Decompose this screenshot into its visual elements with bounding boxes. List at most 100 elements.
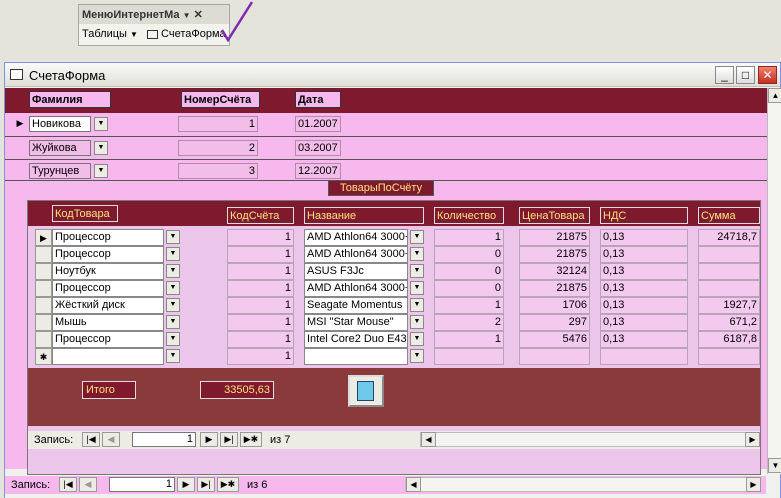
- cell-invoice[interactable]: 1: [227, 263, 294, 280]
- dropdown-arrow-icon[interactable]: ▼: [410, 315, 424, 329]
- toolbar-options-icon[interactable]: ▼: [183, 11, 191, 20]
- cell-vat[interactable]: 0,13: [600, 229, 688, 246]
- dropdown-arrow-icon[interactable]: ▼: [410, 230, 424, 244]
- main-hscrollbar[interactable]: ◀ ▶: [405, 477, 761, 492]
- dropdown-arrow-icon[interactable]: ▼: [410, 332, 424, 346]
- date-field[interactable]: 01.2007: [295, 116, 341, 132]
- surname-combo[interactable]: Новикова: [29, 116, 91, 132]
- prev-record-button[interactable]: ◀: [79, 477, 97, 492]
- cell-invoice[interactable]: 1: [227, 331, 294, 348]
- cell-qty[interactable]: 1: [434, 297, 504, 314]
- close-button[interactable]: ✕: [758, 66, 777, 84]
- cell-name[interactable]: AMD Athlon64 3000+: [304, 280, 408, 297]
- dropdown-arrow-icon[interactable]: ▼: [166, 230, 180, 244]
- date-field[interactable]: 03.2007: [295, 140, 341, 156]
- maximize-button[interactable]: □: [736, 66, 755, 84]
- cell-qty[interactable]: 1: [434, 229, 504, 246]
- dropdown-arrow-icon[interactable]: ▼: [410, 349, 424, 363]
- cell-invoice[interactable]: 1: [227, 314, 294, 331]
- cell-product[interactable]: Ноутбук: [52, 263, 164, 280]
- record-selector[interactable]: [35, 331, 52, 348]
- dropdown-arrow-icon[interactable]: ▼: [166, 332, 180, 346]
- cell-invoice[interactable]: 1: [227, 297, 294, 314]
- cell-vat[interactable]: 0,13: [600, 297, 688, 314]
- cell-product[interactable]: [52, 348, 164, 365]
- surname-combo[interactable]: Турунцев: [29, 163, 91, 179]
- cell-invoice[interactable]: 1: [227, 348, 294, 365]
- record-selector[interactable]: [35, 246, 52, 263]
- cell-sum[interactable]: [698, 280, 760, 297]
- menu-tables[interactable]: Таблицы ▼: [82, 28, 138, 40]
- record-selector[interactable]: [35, 297, 52, 314]
- cell-sum[interactable]: [698, 348, 760, 365]
- record-selector[interactable]: [35, 263, 52, 280]
- scroll-left-icon[interactable]: ◀: [421, 432, 436, 447]
- dropdown-arrow-icon[interactable]: ▼: [410, 298, 424, 312]
- cell-price[interactable]: 32124: [519, 263, 590, 280]
- cell-sum[interactable]: 1927,7: [698, 297, 760, 314]
- cell-name[interactable]: AMD Athlon64 3000+: [304, 229, 408, 246]
- first-record-button[interactable]: |◀: [59, 477, 77, 492]
- new-record-button[interactable]: ▶✱: [217, 477, 239, 492]
- cell-name[interactable]: [304, 348, 408, 365]
- cell-vat[interactable]: 0,13: [600, 246, 688, 263]
- invoice-no-field[interactable]: 1: [178, 116, 258, 132]
- next-record-button[interactable]: ▶: [177, 477, 195, 492]
- cell-price[interactable]: 21875: [519, 280, 590, 297]
- dropdown-arrow-icon[interactable]: ▼: [94, 141, 108, 155]
- cell-vat[interactable]: [600, 348, 688, 365]
- cell-qty[interactable]: 0: [434, 246, 504, 263]
- cell-price[interactable]: [519, 348, 590, 365]
- new-record-icon[interactable]: ✱: [35, 348, 52, 365]
- cell-sum[interactable]: 671,2: [698, 314, 760, 331]
- surname-combo[interactable]: Жуйкова: [29, 140, 91, 156]
- scroll-right-icon[interactable]: ▶: [745, 432, 760, 447]
- cell-qty[interactable]: 0: [434, 280, 504, 297]
- cell-vat[interactable]: 0,13: [600, 314, 688, 331]
- dropdown-arrow-icon[interactable]: ▼: [410, 281, 424, 295]
- cell-price[interactable]: 5476: [519, 331, 590, 348]
- cell-invoice[interactable]: 1: [227, 280, 294, 297]
- dropdown-arrow-icon[interactable]: ▼: [166, 281, 180, 295]
- cell-price[interactable]: 21875: [519, 246, 590, 263]
- last-record-button[interactable]: ▶|: [220, 432, 238, 447]
- record-selector[interactable]: [11, 139, 29, 157]
- first-record-button[interactable]: |◀: [82, 432, 100, 447]
- dropdown-arrow-icon[interactable]: ▼: [166, 298, 180, 312]
- cell-vat[interactable]: 0,13: [600, 280, 688, 297]
- calculate-button[interactable]: [348, 375, 384, 407]
- menu-form[interactable]: СчетаФорма: [161, 28, 226, 40]
- cell-invoice[interactable]: 1: [227, 246, 294, 263]
- minimize-button[interactable]: _: [715, 66, 734, 84]
- cell-vat[interactable]: 0,13: [600, 331, 688, 348]
- dropdown-arrow-icon[interactable]: ▼: [410, 247, 424, 261]
- last-record-button[interactable]: ▶|: [197, 477, 215, 492]
- cell-qty[interactable]: [434, 348, 504, 365]
- dropdown-arrow-icon[interactable]: ▼: [94, 117, 108, 131]
- record-number-input[interactable]: 1: [132, 432, 196, 447]
- new-record-button[interactable]: ▶✱: [240, 432, 262, 447]
- toolbar-title[interactable]: МенюИнтернетМа ▼ ✕: [79, 5, 229, 24]
- cell-product[interactable]: Мышь: [52, 314, 164, 331]
- cell-price[interactable]: 1706: [519, 297, 590, 314]
- dropdown-arrow-icon[interactable]: ▼: [410, 264, 424, 278]
- cell-sum[interactable]: 6187,8: [698, 331, 760, 348]
- scroll-down-icon[interactable]: ▼: [768, 458, 781, 473]
- cell-name[interactable]: Intel Core2 Duo E430: [304, 331, 408, 348]
- main-vscrollbar[interactable]: ▲ ▼: [767, 88, 781, 474]
- cell-name[interactable]: MSI "Star Mouse": [304, 314, 408, 331]
- invoice-no-field[interactable]: 3: [178, 163, 258, 179]
- cell-sum[interactable]: 24718,7: [698, 229, 760, 246]
- cell-invoice[interactable]: 1: [227, 229, 294, 246]
- subform-hscrollbar[interactable]: ◀ ▶: [420, 432, 760, 447]
- cell-qty[interactable]: 1: [434, 331, 504, 348]
- cell-name[interactable]: ASUS F3Jc: [304, 263, 408, 280]
- cell-price[interactable]: 297: [519, 314, 590, 331]
- cell-qty[interactable]: 2: [434, 314, 504, 331]
- dropdown-arrow-icon[interactable]: ▼: [166, 247, 180, 261]
- scroll-left-icon[interactable]: ◀: [406, 477, 421, 492]
- dropdown-arrow-icon[interactable]: ▼: [166, 349, 180, 363]
- record-selector[interactable]: [35, 314, 52, 331]
- toolbar-close-icon[interactable]: ✕: [194, 9, 203, 21]
- cell-sum[interactable]: [698, 246, 760, 263]
